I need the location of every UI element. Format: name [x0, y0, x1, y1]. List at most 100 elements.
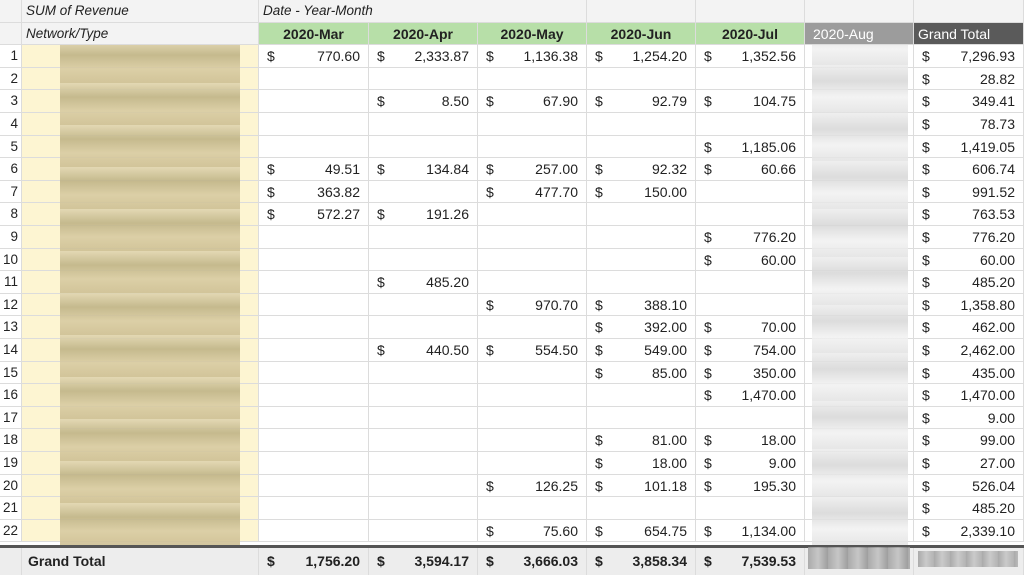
value-cell-may[interactable] [478, 67, 587, 91]
value-cell-jun[interactable] [587, 67, 696, 91]
value-cell-mar[interactable]: $363.82 [259, 180, 369, 204]
value-cell-jul[interactable] [696, 271, 805, 294]
value-cell-apr[interactable] [369, 180, 478, 204]
value-cell-apr[interactable] [369, 113, 478, 136]
value-cell-may[interactable]: $1,136.38 [478, 45, 587, 68]
row-grand-total-cell[interactable]: $27.00 [914, 452, 1024, 475]
value-cell-apr[interactable] [369, 135, 478, 159]
value-cell-jun[interactable]: $85.00 [587, 361, 696, 385]
row-number-cell[interactable]: 10 [0, 248, 22, 272]
value-cell-mar[interactable] [259, 429, 369, 452]
header-blank-cell[interactable] [805, 0, 914, 23]
grand-total-label[interactable]: Grand Total [22, 548, 259, 575]
value-cell-jul[interactable]: $195.30 [696, 474, 805, 498]
value-cell-jul[interactable]: $60.66 [696, 158, 805, 181]
row-number-cell[interactable]: 1 [0, 45, 22, 68]
grand-total-header[interactable]: Grand Total [914, 22, 1024, 46]
value-cell-jul[interactable] [696, 113, 805, 136]
row-number-cell[interactable]: 2 [0, 67, 22, 91]
row-number-cell[interactable]: 16 [0, 384, 22, 407]
value-cell-may[interactable] [478, 384, 587, 407]
value-cell-mar[interactable] [259, 361, 369, 385]
value-cell-mar[interactable]: $572.27 [259, 203, 369, 226]
row-grand-total-cell[interactable]: $1,419.05 [914, 135, 1024, 159]
value-cell-jun[interactable] [587, 248, 696, 272]
value-cell-jul[interactable] [696, 203, 805, 226]
row-number-cell[interactable]: 5 [0, 135, 22, 159]
value-field-label[interactable]: SUM of Revenue [22, 0, 259, 23]
month-header-jul[interactable]: 2020-Jul [696, 22, 805, 46]
grand-total-cell-apr[interactable]: $3,594.17 [369, 548, 478, 575]
row-grand-total-cell[interactable]: $2,339.10 [914, 519, 1024, 543]
value-cell-mar[interactable] [259, 474, 369, 498]
value-cell-mar[interactable] [259, 248, 369, 272]
row-number-cell[interactable]: 13 [0, 316, 22, 339]
value-cell-may[interactable] [478, 248, 587, 272]
value-cell-apr[interactable]: $8.50 [369, 90, 478, 113]
row-number-cell[interactable]: 9 [0, 226, 22, 249]
value-cell-apr[interactable] [369, 497, 478, 520]
value-cell-mar[interactable] [259, 384, 369, 407]
row-grand-total-cell[interactable]: $606.74 [914, 158, 1024, 181]
value-cell-jun[interactable]: $101.18 [587, 474, 696, 498]
value-cell-jul[interactable]: $104.75 [696, 90, 805, 113]
value-cell-jul[interactable]: $18.00 [696, 429, 805, 452]
value-cell-jul[interactable]: $1,352.56 [696, 45, 805, 68]
value-cell-jul[interactable]: $9.00 [696, 452, 805, 475]
value-cell-apr[interactable] [369, 361, 478, 385]
month-header-jun[interactable]: 2020-Jun [587, 22, 696, 46]
row-grand-total-cell[interactable]: $2,462.00 [914, 339, 1024, 362]
value-cell-mar[interactable] [259, 339, 369, 362]
value-cell-jun[interactable]: $92.79 [587, 90, 696, 113]
grand-total-cell-jun[interactable]: $3,858.34 [587, 548, 696, 575]
value-cell-jun[interactable]: $654.75 [587, 519, 696, 543]
value-cell-may[interactable]: $67.90 [478, 90, 587, 113]
value-cell-jun[interactable] [587, 384, 696, 407]
value-cell-mar[interactable] [259, 90, 369, 113]
value-cell-apr[interactable]: $134.84 [369, 158, 478, 181]
value-cell-apr[interactable]: $2,333.87 [369, 45, 478, 68]
value-cell-apr[interactable]: $191.26 [369, 203, 478, 226]
header-blank-cell[interactable] [696, 0, 805, 23]
row-number-cell[interactable]: 11 [0, 271, 22, 294]
value-cell-jun[interactable] [587, 271, 696, 294]
value-cell-jul[interactable]: $70.00 [696, 316, 805, 339]
value-cell-may[interactable] [478, 203, 587, 226]
value-cell-may[interactable]: $126.25 [478, 474, 587, 498]
row-number-cell[interactable]: 21 [0, 497, 22, 520]
row-number-cell[interactable]: 19 [0, 452, 22, 475]
value-cell-apr[interactable]: $485.20 [369, 271, 478, 294]
row-grand-total-cell[interactable]: $60.00 [914, 248, 1024, 272]
value-cell-may[interactable] [478, 452, 587, 475]
value-cell-may[interactable]: $554.50 [478, 339, 587, 362]
value-cell-apr[interactable] [369, 384, 478, 407]
value-cell-jun[interactable]: $81.00 [587, 429, 696, 452]
value-cell-mar[interactable] [259, 497, 369, 520]
value-cell-jun[interactable] [587, 226, 696, 249]
value-cell-apr[interactable]: $440.50 [369, 339, 478, 362]
value-cell-jun[interactable]: $392.00 [587, 316, 696, 339]
value-cell-mar[interactable] [259, 293, 369, 317]
grand-total-cell-mar[interactable]: $1,756.20 [259, 548, 369, 575]
row-grand-total-cell[interactable]: $763.53 [914, 203, 1024, 226]
row-grand-total-cell[interactable]: $1,358.80 [914, 293, 1024, 317]
row-grand-total-cell[interactable]: $462.00 [914, 316, 1024, 339]
row-number-cell[interactable]: 18 [0, 429, 22, 452]
row-grand-total-cell[interactable]: $78.73 [914, 113, 1024, 136]
value-cell-apr[interactable] [369, 474, 478, 498]
value-cell-may[interactable] [478, 316, 587, 339]
value-cell-jun[interactable]: $388.10 [587, 293, 696, 317]
value-cell-jul[interactable] [696, 497, 805, 520]
value-cell-jun[interactable] [587, 113, 696, 136]
row-field-label[interactable]: Network/Type [22, 22, 259, 46]
value-cell-jun[interactable] [587, 203, 696, 226]
row-number-cell[interactable] [0, 548, 22, 575]
month-header-apr[interactable]: 2020-Apr [369, 22, 478, 46]
value-cell-mar[interactable]: $49.51 [259, 158, 369, 181]
value-cell-jun[interactable]: $92.32 [587, 158, 696, 181]
value-cell-mar[interactable] [259, 67, 369, 91]
value-cell-apr[interactable] [369, 519, 478, 543]
value-cell-may[interactable] [478, 406, 587, 430]
value-cell-mar[interactable] [259, 135, 369, 159]
value-cell-jul[interactable]: $1,470.00 [696, 384, 805, 407]
